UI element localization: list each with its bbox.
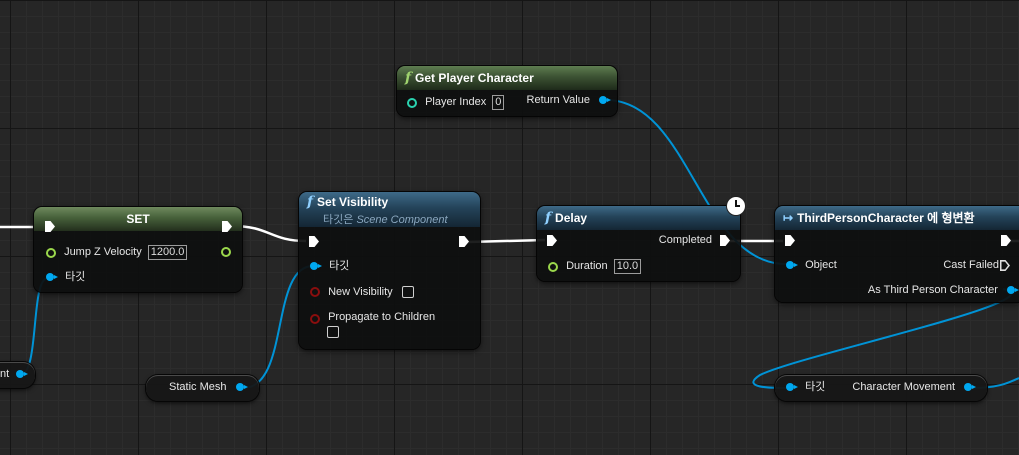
static-mesh-variable[interactable]: Static Mesh — [146, 375, 259, 401]
delay-header[interactable]: f Delay — [537, 206, 740, 230]
character-movement-node[interactable]: 타깃 Character Movement — [775, 375, 987, 401]
new-visibility-pin[interactable] — [310, 287, 320, 298]
pin-label: Duration — [566, 260, 608, 273]
as-third-person-pin[interactable] — [1007, 286, 1019, 295]
pin-label: New Visibility — [328, 286, 393, 298]
get-player-character-header[interactable]: f Get Player Character — [397, 66, 617, 90]
set-target-pin-row[interactable]: 타깃 — [46, 270, 85, 284]
as-third-person-row[interactable]: As Third Person Character — [867, 283, 1019, 297]
object-wire-cast-to-movement — [752, 288, 1013, 389]
exec-in-pin[interactable] — [309, 236, 319, 247]
cast-header[interactable]: ↦ ThirdPersonCharacter 에 형변환 — [775, 206, 1019, 230]
cast-icon: ↦ — [783, 211, 794, 225]
set-node-header[interactable]: SET — [34, 207, 242, 231]
pin-label: Propagate to Children — [328, 311, 436, 323]
object-wire-left-to-set-target — [19, 277, 49, 376]
cast-node[interactable]: ↦ ThirdPersonCharacter 에 형변환 Object Cast … — [775, 206, 1019, 302]
jump-z-velocity-out-pin[interactable] — [221, 247, 231, 258]
delay-node[interactable]: f Delay Completed Duration 10.0 — [537, 206, 740, 281]
node-title: Set Visibility — [317, 195, 389, 209]
subtitle-class: Scene Component — [356, 214, 448, 226]
character-movement-pin[interactable] — [964, 383, 977, 392]
target-label: 타깃 — [805, 381, 826, 393]
propagate-row[interactable]: Propagate to Children — [310, 310, 436, 325]
pin-label: Completed — [658, 234, 712, 246]
new-visibility-row[interactable]: New Visibility — [310, 285, 414, 299]
pin-label: As Third Person Character — [867, 284, 998, 296]
target-pin[interactable] — [786, 383, 798, 392]
left-variable-pin[interactable] — [16, 370, 29, 379]
subtitle-prefix: 타깃은 — [323, 214, 354, 226]
set-visibility-target-row[interactable]: 타깃 — [310, 259, 349, 273]
player-index-pin[interactable] — [407, 97, 417, 108]
set-visibility-node[interactable]: f Set Visibility 타깃은 Scene Component 타깃 N… — [299, 192, 480, 349]
exec-out-pin[interactable] — [1001, 235, 1011, 246]
node-title: ThirdPersonCharacter 에 형변환 — [797, 211, 975, 225]
cast-failed-exec-pin[interactable] — [1000, 260, 1010, 271]
pin-label: Jump Z Velocity — [64, 246, 142, 259]
variable-label: nt — [0, 368, 10, 380]
left-variable[interactable]: nt — [0, 362, 35, 388]
node-title: Get Player Character — [415, 71, 534, 85]
node-title: SET — [126, 212, 150, 226]
jump-z-velocity-pin[interactable] — [46, 247, 56, 258]
pin-label: Player Index — [425, 96, 487, 109]
set-visibility-header[interactable]: f Set Visibility 타깃은 Scene Component — [299, 192, 480, 227]
function-icon: f — [545, 210, 552, 226]
object-row[interactable]: Object — [786, 258, 837, 272]
jump-z-velocity-out-row[interactable] — [221, 245, 231, 259]
object-pin[interactable] — [786, 261, 798, 270]
pin-label: Object — [805, 259, 837, 271]
jump-z-velocity-pin-row[interactable]: Jump Z Velocity 1200.0 — [46, 245, 188, 260]
function-icon: f — [307, 194, 314, 210]
duration-row[interactable]: Duration 10.0 — [548, 259, 642, 274]
set-node[interactable]: SET Jump Z Velocity 1200.0 타깃 — [34, 207, 242, 292]
exec-out-pin[interactable] — [459, 236, 469, 247]
node-title: Delay — [555, 211, 588, 225]
variable-label: Character Movement — [852, 381, 956, 393]
target-pin[interactable] — [46, 273, 58, 282]
propagate-pin[interactable] — [310, 314, 320, 325]
get-player-character-node[interactable]: f Get Player Character Player Index 0 Ret… — [397, 66, 617, 116]
node-subtitle: 타깃은 Scene Component — [323, 211, 480, 229]
jump-z-velocity-input[interactable]: 1200.0 — [147, 245, 188, 260]
duration-input[interactable]: 10.0 — [613, 259, 642, 274]
player-index-pin-row[interactable]: Player Index 0 — [407, 95, 505, 110]
duration-pin[interactable] — [548, 261, 558, 272]
clock-icon — [727, 197, 745, 215]
exec-in-pin[interactable] — [547, 235, 557, 246]
return-value-pin[interactable] — [599, 96, 611, 105]
variable-label: Static Mesh — [169, 381, 227, 393]
player-index-input[interactable]: 0 — [492, 95, 505, 110]
target-pin[interactable] — [310, 262, 322, 271]
exec-wire-set-to-setvisibility — [231, 224, 307, 243]
propagate-checkbox[interactable] — [327, 326, 339, 338]
return-value-pin-row[interactable]: Return Value — [526, 93, 611, 107]
pin-label: 타깃 — [329, 260, 350, 272]
new-visibility-checkbox[interactable] — [401, 286, 414, 299]
cast-failed-row[interactable]: Cast Failed — [943, 258, 999, 272]
exec-in-pin[interactable] — [785, 235, 795, 246]
function-icon: f — [405, 70, 412, 86]
pin-label: 타깃 — [65, 271, 86, 283]
completed-row[interactable]: Completed — [659, 233, 730, 247]
static-mesh-pin[interactable] — [235, 383, 248, 392]
pin-label: Return Value — [526, 94, 590, 106]
pin-label: Cast Failed — [943, 259, 999, 271]
